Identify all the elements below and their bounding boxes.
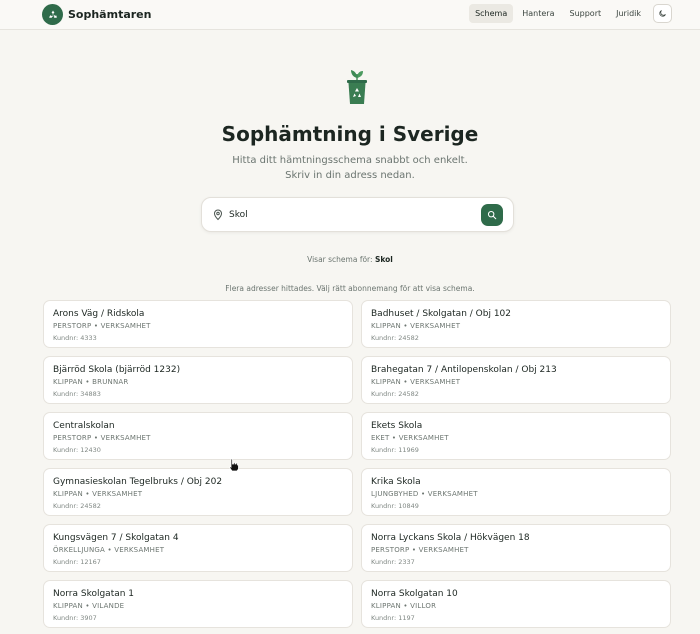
result-meta: PERSTORP • VERKSAMHET <box>53 434 151 442</box>
result-meta: KLIPPAN • VERKSAMHET <box>371 378 461 386</box>
result-customer-number: Kundnr: 24582 <box>371 390 419 398</box>
result-card[interactable]: Norra Lyckans Skola / Hökvägen 18 PERSTO… <box>361 524 671 572</box>
recycle-logo-icon <box>42 4 63 25</box>
result-customer-number: Kundnr: 1197 <box>371 614 415 622</box>
result-title: Centralskolan <box>53 421 115 431</box>
result-customer-number: Kundnr: 34883 <box>53 390 101 398</box>
address-search-input[interactable] <box>229 207 469 223</box>
theme-toggle-button[interactable] <box>653 4 672 23</box>
brand-name: Sophämtaren <box>68 8 152 21</box>
nav-item-hantera[interactable]: Hantera <box>516 4 560 23</box>
nav-item-support[interactable]: Support <box>564 4 608 23</box>
result-customer-number: Kundnr: 12167 <box>53 558 101 566</box>
result-title: Bjärröd Skola (bjärröd 1232) <box>53 365 181 375</box>
result-customer-number: Kundnr: 11969 <box>371 446 419 454</box>
top-header: Sophämtaren Schema Hantera Support Jurid… <box>0 0 700 30</box>
subtitle-line-2: Skriv in din adress nedan. <box>285 170 415 181</box>
result-customer-number: Kundnr: 24582 <box>53 502 101 510</box>
recycle-bin-icon <box>347 70 367 104</box>
result-card[interactable]: Gymnasieskolan Tegelbruks / Obj 202 KLIP… <box>43 468 353 516</box>
result-title: Gymnasieskolan Tegelbruks / Obj 202 <box>53 477 223 487</box>
result-meta: KLIPPAN • VERKSAMHET <box>371 322 461 330</box>
page-title: Sophämtning i Sverige <box>221 122 479 146</box>
result-customer-number: Kundnr: 2337 <box>371 558 415 566</box>
hand-cursor-icon <box>228 458 239 472</box>
map-pin-icon <box>213 209 223 221</box>
search-button[interactable] <box>481 204 503 226</box>
subtitle-line-1: Hitta ditt hämtningsschema snabbt och en… <box>232 155 468 166</box>
result-title: Arons Väg / Ridskola <box>53 309 145 319</box>
result-meta: PERSTORP • VERKSAMHET <box>371 546 469 554</box>
result-meta: KLIPPAN • VERKSAMHET <box>53 490 143 498</box>
result-card[interactable]: Bjärröd Skola (bjärröd 1232) KLIPPAN • B… <box>43 356 353 404</box>
showing-prefix: Visar schema för: <box>307 255 373 264</box>
results-note: Flera adresser hittades. Välj rätt abonn… <box>225 284 475 293</box>
address-search-box <box>201 197 514 232</box>
result-meta: KLIPPAN • BRUNNAR <box>53 378 129 386</box>
result-meta: PERSTORP • VERKSAMHET <box>53 322 151 330</box>
result-title: Brahegatan 7 / Antilopenskolan / Obj 213 <box>371 365 557 375</box>
search-icon <box>487 210 497 220</box>
result-title: Krika Skola <box>371 477 421 487</box>
result-meta: ÖRKELLJUNGA • VERKSAMHET <box>53 546 165 554</box>
result-meta: KLIPPAN • VILLOR <box>371 602 437 610</box>
result-card[interactable]: Centralskolan PERSTORP • VERKSAMHET Kund… <box>43 412 353 460</box>
result-card[interactable]: Arons Väg / Ridskola PERSTORP • VERKSAMH… <box>43 300 353 348</box>
result-title: Ekets Skola <box>371 421 423 431</box>
showing-query: Skol <box>374 255 393 264</box>
result-customer-number: Kundnr: 3907 <box>53 614 97 622</box>
result-customer-number: Kundnr: 10849 <box>371 502 419 510</box>
result-card[interactable]: Ekets Skola EKET • VERKSAMHET Kundnr: 11… <box>361 412 671 460</box>
main-nav: Schema Hantera Support Juridik <box>466 4 672 23</box>
result-title: Norra Skolgatan 10 <box>371 589 458 599</box>
result-card[interactable]: Kungsvägen 7 / Skolgatan 4 ÖRKELLJUNGA •… <box>43 524 353 572</box>
result-meta: LJUNGBYHED • VERKSAMHET <box>371 490 478 498</box>
moon-icon <box>659 10 666 17</box>
result-title: Norra Skolgatan 1 <box>53 589 135 599</box>
result-card[interactable]: Krika Skola LJUNGBYHED • VERKSAMHET Kund… <box>361 468 671 516</box>
result-card[interactable]: Brahegatan 7 / Antilopenskolan / Obj 213… <box>361 356 671 404</box>
result-title: Norra Lyckans Skola / Hökvägen 18 <box>371 533 530 543</box>
nav-item-schema[interactable]: Schema <box>469 4 514 23</box>
result-meta: EKET • VERKSAMHET <box>371 434 449 442</box>
showing-schedule-for: Visar schema för: Skol <box>0 255 700 264</box>
result-card[interactable]: Badhuset / Skolgatan / Obj 102 KLIPPAN •… <box>361 300 671 348</box>
result-card[interactable]: Norra Skolgatan 10 KLIPPAN • VILLOR Kund… <box>361 580 671 628</box>
brand[interactable]: Sophämtaren <box>42 4 151 25</box>
result-customer-number: Kundnr: 12430 <box>53 446 101 454</box>
nav-item-juridik[interactable]: Juridik <box>610 4 647 23</box>
result-title: Badhuset / Skolgatan / Obj 102 <box>371 309 511 319</box>
result-title: Kungsvägen 7 / Skolgatan 4 <box>53 533 179 543</box>
result-customer-number: Kundnr: 4333 <box>53 334 97 342</box>
result-meta: KLIPPAN • VILANDE <box>53 602 125 610</box>
result-customer-number: Kundnr: 24582 <box>371 334 419 342</box>
result-card[interactable]: Norra Skolgatan 1 KLIPPAN • VILANDE Kund… <box>43 580 353 628</box>
page-subtitle: Hitta ditt hämtningsschema snabbt och en… <box>0 153 700 183</box>
